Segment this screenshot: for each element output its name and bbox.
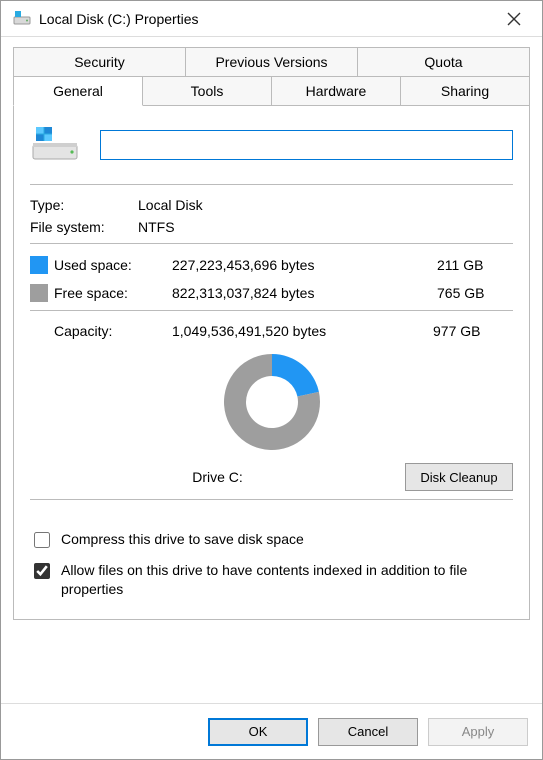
used-bytes: 227,223,453,696 bytes	[164, 257, 433, 273]
ok-button[interactable]: OK	[208, 718, 308, 746]
usage-pie-chart	[30, 347, 513, 457]
tab-quota[interactable]: Quota	[358, 47, 530, 77]
free-gb: 765 GB	[433, 285, 513, 301]
close-button[interactable]	[494, 5, 534, 33]
index-label[interactable]: Allow files on this drive to have conten…	[61, 561, 513, 599]
used-label: Used space:	[54, 257, 164, 273]
drive-label: Drive C:	[30, 469, 405, 485]
used-swatch	[30, 256, 48, 274]
capacity-label: Capacity:	[54, 323, 164, 339]
drive-icon	[13, 8, 31, 29]
separator	[30, 184, 513, 185]
titlebar: Local Disk (C:) Properties	[1, 1, 542, 37]
tab-tools[interactable]: Tools	[143, 77, 272, 106]
used-gb: 211 GB	[433, 257, 513, 273]
filesystem-value: NTFS	[138, 219, 175, 235]
free-swatch	[30, 284, 48, 302]
capacity-gb: 977 GB	[433, 323, 513, 339]
tab-general[interactable]: General	[13, 77, 143, 106]
separator	[30, 310, 513, 311]
cancel-button[interactable]: Cancel	[318, 718, 418, 746]
separator	[30, 499, 513, 500]
tab-hardware[interactable]: Hardware	[272, 77, 401, 106]
index-checkbox[interactable]	[34, 563, 50, 579]
drive-large-icon	[30, 123, 80, 166]
apply-button[interactable]: Apply	[428, 718, 528, 746]
free-label: Free space:	[54, 285, 164, 301]
content-area: Security Previous Versions Quota General…	[1, 37, 542, 703]
compress-label[interactable]: Compress this drive to save disk space	[61, 530, 513, 549]
dialog-button-row: OK Cancel Apply	[1, 703, 542, 759]
tab-strip: Security Previous Versions Quota General…	[13, 47, 530, 620]
general-panel: Type: Local Disk File system: NTFS Used …	[13, 105, 530, 620]
window-title: Local Disk (C:) Properties	[39, 11, 494, 27]
tab-security[interactable]: Security	[13, 47, 186, 77]
tab-previous-versions[interactable]: Previous Versions	[186, 47, 358, 77]
separator	[30, 243, 513, 244]
capacity-bytes: 1,049,536,491,520 bytes	[164, 323, 433, 339]
free-bytes: 822,313,037,824 bytes	[164, 285, 433, 301]
properties-dialog: Local Disk (C:) Properties Security Prev…	[0, 0, 543, 760]
volume-label-input[interactable]	[100, 130, 513, 160]
type-value: Local Disk	[138, 197, 203, 213]
tab-sharing[interactable]: Sharing	[401, 77, 530, 106]
type-label: Type:	[30, 197, 138, 213]
disk-cleanup-button[interactable]: Disk Cleanup	[405, 463, 513, 491]
compress-checkbox[interactable]	[34, 532, 50, 548]
filesystem-label: File system:	[30, 219, 138, 235]
